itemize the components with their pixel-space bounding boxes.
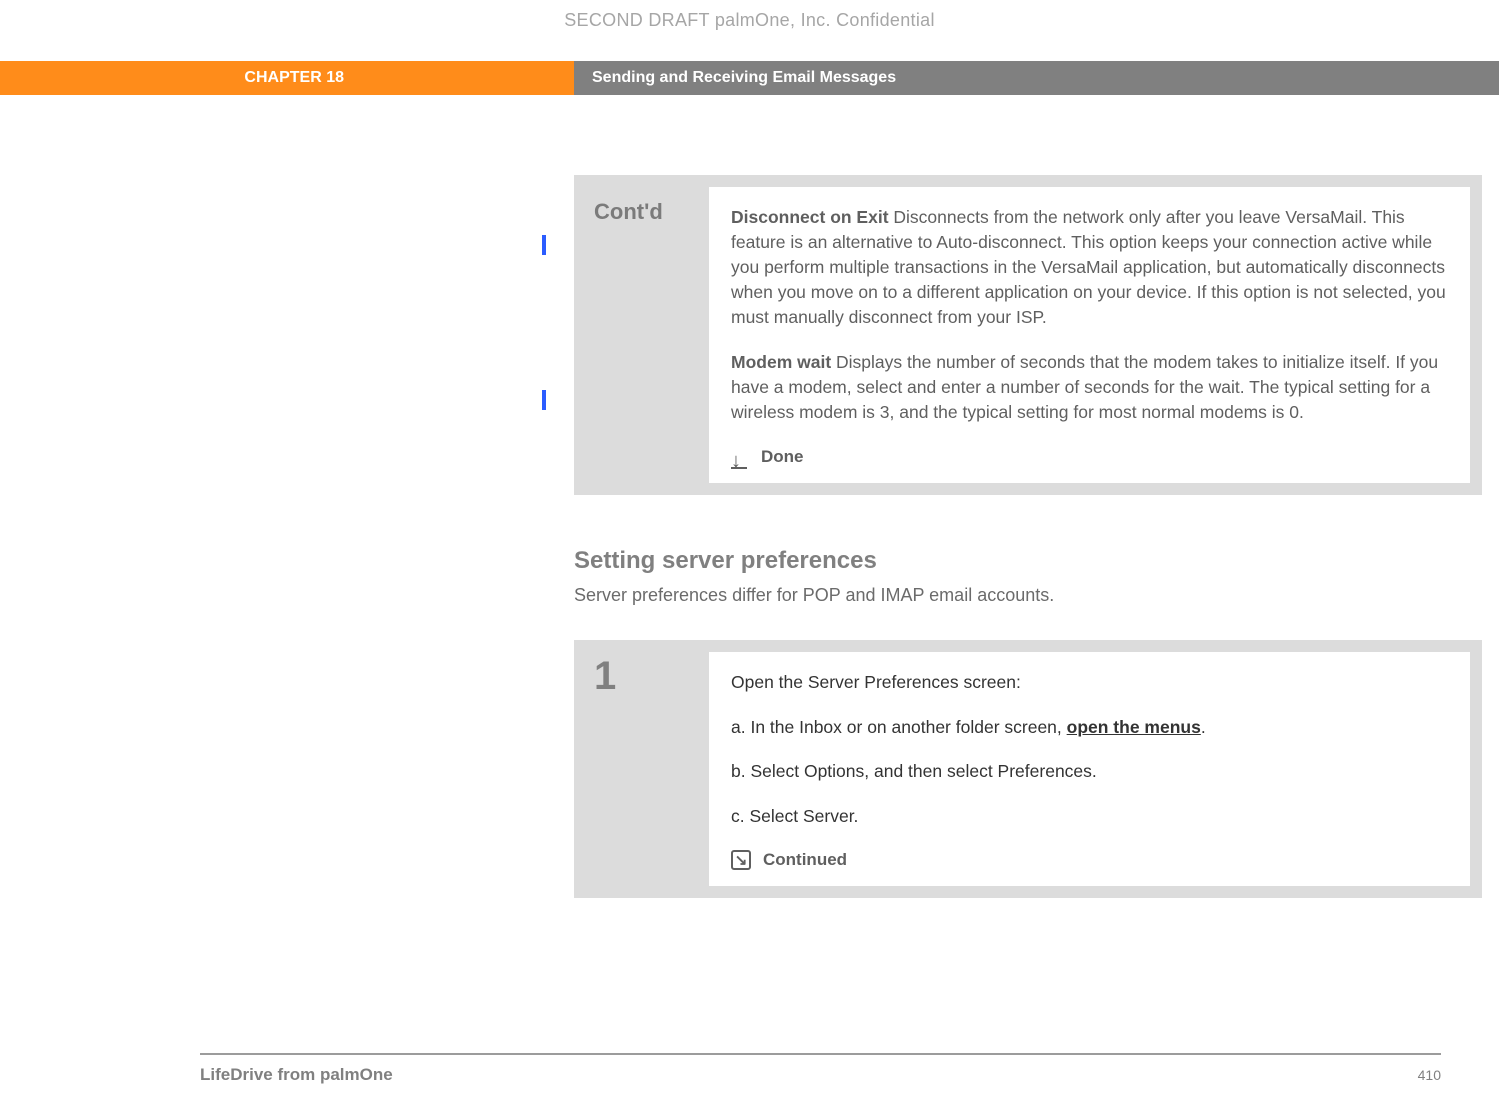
callout-label: Cont'd	[586, 187, 709, 483]
step-b: b. Select Options, and then select Prefe…	[731, 759, 1448, 784]
step-c: c. Select Server.	[731, 804, 1448, 829]
continued-indicator: Continued	[731, 848, 1448, 872]
step-content: Open the Server Preferences screen: a. I…	[709, 652, 1470, 886]
arrow-down-icon	[731, 447, 749, 467]
confidential-header: SECOND DRAFT palmOne, Inc. Confidential	[0, 0, 1499, 61]
desc-modem-wait: Displays the number of seconds that the …	[731, 352, 1438, 422]
chapter-title: Sending and Receiving Email Messages	[574, 61, 1499, 95]
chapter-label: CHAPTER 18	[0, 61, 574, 95]
footer-page-number: 410	[1418, 1067, 1441, 1083]
term-modem-wait: Modem wait	[731, 352, 831, 372]
chapter-bar: CHAPTER 18 Sending and Receiving Email M…	[0, 61, 1499, 95]
revision-mark-icon	[542, 390, 546, 410]
footer-bar: LifeDrive from palmOne 410	[200, 1053, 1441, 1085]
step-number: 1	[586, 652, 709, 886]
section-subtext: Server preferences differ for POP and IM…	[574, 585, 1499, 606]
section-heading: Setting server preferences	[574, 547, 1499, 575]
step-box: 1 Open the Server Preferences screen: a.…	[574, 640, 1482, 898]
callout-para-1: Disconnect on Exit Disconnects from the …	[731, 205, 1448, 330]
content-area: Cont'd Disconnect on Exit Disconnects fr…	[0, 95, 1499, 898]
open-menus-link[interactable]: open the menus	[1067, 717, 1201, 737]
term-disconnect: Disconnect on Exit	[731, 207, 889, 227]
done-label: Done	[761, 445, 804, 469]
arrow-continue-icon	[731, 850, 751, 870]
callout-content: Disconnect on Exit Disconnects from the …	[709, 187, 1470, 483]
callout-para-2: Modem wait Displays the number of second…	[731, 350, 1448, 425]
step-a-suffix: .	[1201, 717, 1206, 737]
callout-box: Cont'd Disconnect on Exit Disconnects fr…	[574, 175, 1482, 495]
done-indicator: Done	[731, 445, 1448, 469]
step-a: a. In the Inbox or on another folder scr…	[731, 715, 1448, 740]
revision-mark-icon	[542, 235, 546, 255]
step-a-prefix: a. In the Inbox or on another folder scr…	[731, 717, 1067, 737]
continued-label: Continued	[763, 848, 847, 872]
footer-brand: LifeDrive from palmOne	[200, 1065, 393, 1085]
step-lead: Open the Server Preferences screen:	[731, 670, 1448, 695]
